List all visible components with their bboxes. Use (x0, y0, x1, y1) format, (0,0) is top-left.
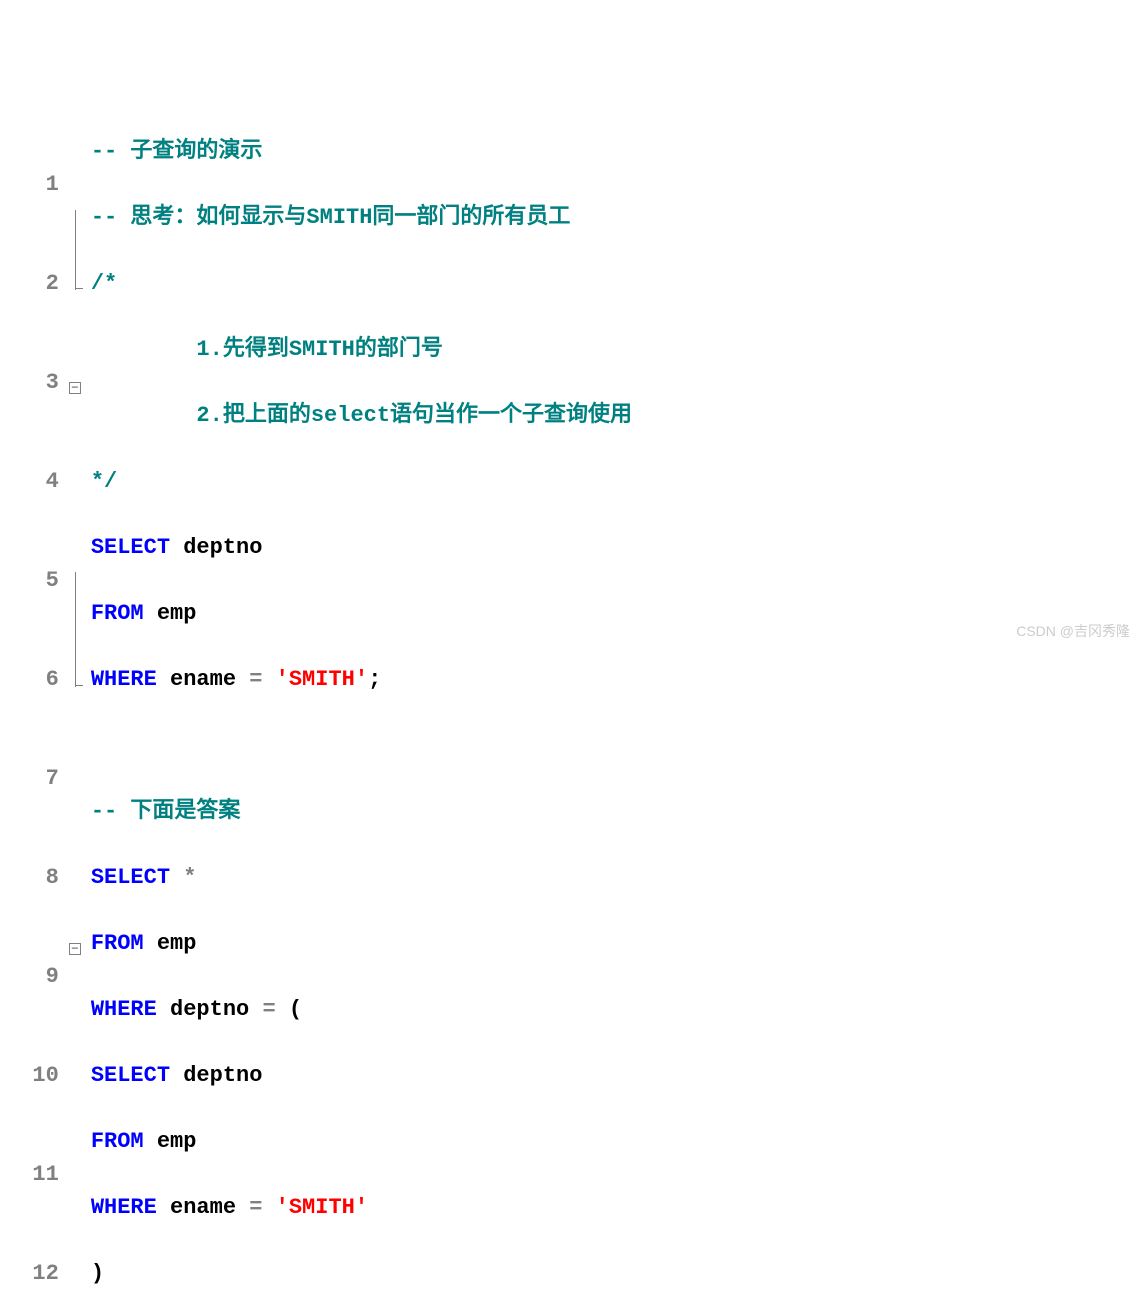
code-line[interactable]: SELECT deptno (91, 1059, 1142, 1092)
line-number: 7 (6, 762, 59, 795)
string-literal: 'SMITH' (262, 663, 368, 696)
line-number: 11 (6, 1158, 59, 1191)
code-line[interactable]: WHERE deptno = ( (91, 993, 1142, 1026)
keyword: WHERE (91, 1191, 157, 1224)
line-number: 2 (6, 267, 59, 300)
operator: = (249, 1191, 262, 1224)
code-line[interactable]: */ (91, 465, 1142, 498)
code-line[interactable]: /* (91, 267, 1142, 300)
code-line[interactable] (91, 729, 1142, 762)
comment-text: -- 下面是答案 (91, 795, 241, 828)
identifier: deptno (157, 993, 263, 1026)
fold-gutter: − − (67, 100, 87, 747)
line-number: 5 (6, 564, 59, 597)
code-line[interactable]: -- 子查询的演示 (91, 135, 1142, 168)
code-line[interactable]: -- 下面是答案 (91, 795, 1142, 828)
keyword: WHERE (91, 993, 157, 1026)
punctuation: ; (368, 663, 381, 696)
code-line[interactable]: WHERE ename = 'SMITH' (91, 1191, 1142, 1224)
code-line[interactable]: FROM emp (91, 597, 1142, 630)
line-number: 10 (6, 1059, 59, 1092)
fold-toggle-icon[interactable]: − (69, 943, 81, 955)
operator: = (249, 663, 262, 696)
line-number: 4 (6, 465, 59, 498)
line-number: 8 (6, 861, 59, 894)
line-number: 9 (6, 960, 59, 993)
keyword: SELECT (91, 861, 170, 894)
punctuation: ) (91, 1257, 104, 1290)
punctuation: ( (276, 993, 302, 1026)
line-number: 3 (6, 366, 59, 399)
identifier: emp (144, 927, 197, 960)
identifier: ename (157, 663, 249, 696)
identifier: deptno (170, 1059, 262, 1092)
operator: * (170, 861, 196, 894)
code-area[interactable]: -- 子查询的演示 -- 思考：如何显示与SMITH同一部门的所有员工 /* 1… (87, 100, 1142, 747)
watermark-text: CSDN @吉冈秀隆 (1016, 621, 1130, 641)
identifier: deptno (170, 531, 262, 564)
fold-guide-end (75, 685, 83, 686)
code-line[interactable]: 2.把上面的select语句当作一个子查询使用 (91, 399, 1142, 432)
fold-toggle-icon[interactable]: − (69, 382, 81, 394)
keyword: FROM (91, 927, 144, 960)
code-line[interactable]: ) (91, 1257, 1142, 1290)
code-line[interactable]: SELECT * (91, 861, 1142, 894)
line-number: 12 (6, 1257, 59, 1290)
code-editor: 1 2 3 4 5 6 7 8 9 10 11 12 13 14 15 16 1… (0, 100, 1142, 747)
comment-text: /* (91, 267, 117, 300)
line-number: 6 (6, 663, 59, 696)
comment-text: 2.把上面的select语句当作一个子查询使用 (91, 399, 632, 432)
line-number: 1 (6, 168, 59, 201)
operator: = (262, 993, 275, 1026)
comment-text: 1.先得到SMITH的部门号 (91, 333, 443, 366)
identifier: ename (157, 1191, 249, 1224)
code-line[interactable]: SELECT deptno (91, 531, 1142, 564)
identifier: emp (144, 1125, 197, 1158)
code-line[interactable]: 1.先得到SMITH的部门号 (91, 333, 1142, 366)
comment-text: -- 思考：如何显示与SMITH同一部门的所有员工 (91, 201, 571, 234)
code-line[interactable]: FROM emp (91, 927, 1142, 960)
keyword: SELECT (91, 531, 170, 564)
string-literal: 'SMITH' (262, 1191, 368, 1224)
keyword: FROM (91, 597, 144, 630)
code-line[interactable]: WHERE ename = 'SMITH'; (91, 663, 1142, 696)
keyword: FROM (91, 1125, 144, 1158)
identifier: emp (144, 597, 197, 630)
code-line[interactable]: FROM emp (91, 1125, 1142, 1158)
fold-guide-line (75, 572, 76, 687)
keyword: SELECT (91, 1059, 170, 1092)
fold-guide-end (75, 288, 83, 289)
line-number-gutter: 1 2 3 4 5 6 7 8 9 10 11 12 13 14 15 16 1… (0, 100, 67, 747)
fold-guide-line (75, 210, 76, 290)
keyword: WHERE (91, 663, 157, 696)
code-line[interactable]: -- 思考：如何显示与SMITH同一部门的所有员工 (91, 201, 1142, 234)
